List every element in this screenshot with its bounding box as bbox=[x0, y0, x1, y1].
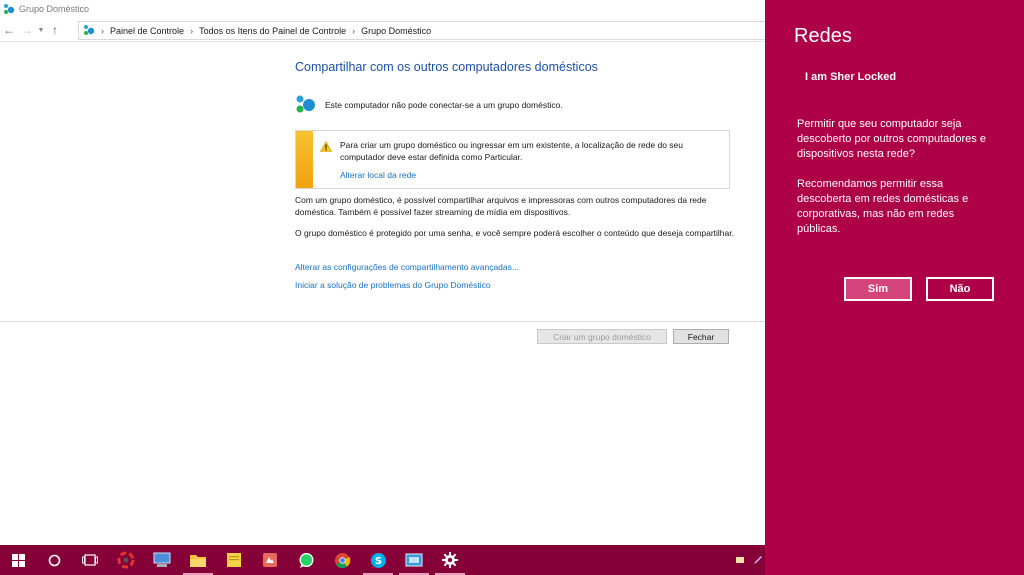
system-tray bbox=[729, 545, 765, 575]
status-text: Este computador não pode conectar-se a u… bbox=[325, 100, 563, 110]
no-button[interactable]: Não bbox=[926, 277, 994, 301]
breadcrumb-separator-icon[interactable]: › bbox=[101, 26, 104, 36]
app-icon[interactable] bbox=[396, 545, 432, 575]
title-bar[interactable]: Grupo Doméstico bbox=[0, 0, 765, 18]
recent-locations-chevron-icon[interactable]: ▼ bbox=[36, 27, 46, 34]
chrome-icon[interactable] bbox=[324, 545, 360, 575]
file-explorer-icon[interactable] bbox=[180, 545, 216, 575]
page-title: Compartilhar com os outros computadores … bbox=[295, 60, 598, 74]
warning-icon bbox=[319, 140, 333, 154]
status-line: Este computador não pode conectar-se a u… bbox=[295, 94, 563, 116]
sticky-notes-icon[interactable] bbox=[216, 545, 252, 575]
skype-icon[interactable]: S bbox=[360, 545, 396, 575]
notification-icon[interactable] bbox=[729, 555, 751, 565]
homegroup-small-icon bbox=[83, 24, 95, 38]
discovery-recommendation: Recomendamos permitir essa descoberta em… bbox=[797, 178, 969, 235]
create-homegroup-button[interactable]: Criar um grupo doméstico bbox=[537, 329, 667, 344]
settings-gear-icon[interactable] bbox=[432, 545, 468, 575]
address-bar: ← → ▼ ↑ › Painel de Controle › Todos os … bbox=[0, 19, 765, 42]
pen-icon[interactable] bbox=[751, 555, 765, 565]
app-icon[interactable] bbox=[108, 545, 144, 575]
up-arrow-icon[interactable]: ↑ bbox=[46, 21, 64, 39]
troubleshoot-link[interactable]: Iniciar a solução de problemas do Grupo … bbox=[295, 280, 491, 290]
svg-text:S: S bbox=[374, 556, 381, 567]
discovery-question: Permitir que seu computador seja descobe… bbox=[797, 118, 986, 160]
advanced-sharing-link[interactable]: Alterar as configurações de compartilham… bbox=[295, 262, 519, 272]
task-view-icon[interactable] bbox=[72, 545, 108, 575]
password-description: O grupo doméstico é protegido por uma se… bbox=[295, 228, 734, 238]
control-panel-window: Grupo Doméstico ← → ▼ ↑ › Painel de Cont… bbox=[0, 0, 765, 545]
change-network-location-link[interactable]: Alterar local da rede bbox=[340, 170, 416, 180]
homegroup-description: Com um grupo doméstico, é possível compa… bbox=[295, 195, 707, 217]
window-title: Grupo Doméstico bbox=[19, 4, 90, 14]
taskbar: S bbox=[0, 545, 765, 575]
close-button[interactable]: Fechar bbox=[673, 329, 729, 344]
breadcrumb-control-panel[interactable]: Painel de Controle bbox=[110, 26, 184, 36]
yes-button[interactable]: Sim bbox=[844, 277, 912, 301]
cortana-search-icon[interactable] bbox=[36, 545, 72, 575]
breadcrumb-homegroup[interactable]: Grupo Doméstico bbox=[361, 26, 431, 36]
breadcrumb-all-items[interactable]: Todos os Itens do Painel de Controle bbox=[199, 26, 346, 36]
homegroup-large-icon bbox=[295, 94, 317, 116]
forward-arrow-icon[interactable]: → bbox=[18, 21, 36, 39]
breadcrumb-separator-icon[interactable]: › bbox=[190, 26, 193, 36]
network-name: I am Sher Locked bbox=[805, 71, 897, 83]
warning-message: Para criar um grupo doméstico ou ingress… bbox=[340, 140, 684, 162]
back-arrow-icon[interactable]: ← bbox=[0, 21, 18, 39]
app-icon[interactable] bbox=[144, 545, 180, 575]
app-icon[interactable] bbox=[252, 545, 288, 575]
network-location-warning: Para criar um grupo doméstico ou ingress… bbox=[295, 130, 730, 189]
warning-accent-bar bbox=[296, 131, 313, 188]
flyout-title: Redes bbox=[794, 25, 852, 47]
divider bbox=[0, 321, 765, 322]
networks-flyout: Redes I am Sher Locked Permitir que seu … bbox=[765, 0, 1024, 575]
breadcrumb[interactable]: › Painel de Controle › Todos os Itens do… bbox=[78, 21, 765, 40]
windows-start-icon[interactable] bbox=[0, 545, 36, 575]
whatsapp-icon[interactable] bbox=[288, 545, 324, 575]
homegroup-icon bbox=[3, 3, 15, 15]
breadcrumb-separator-icon[interactable]: › bbox=[352, 26, 355, 36]
